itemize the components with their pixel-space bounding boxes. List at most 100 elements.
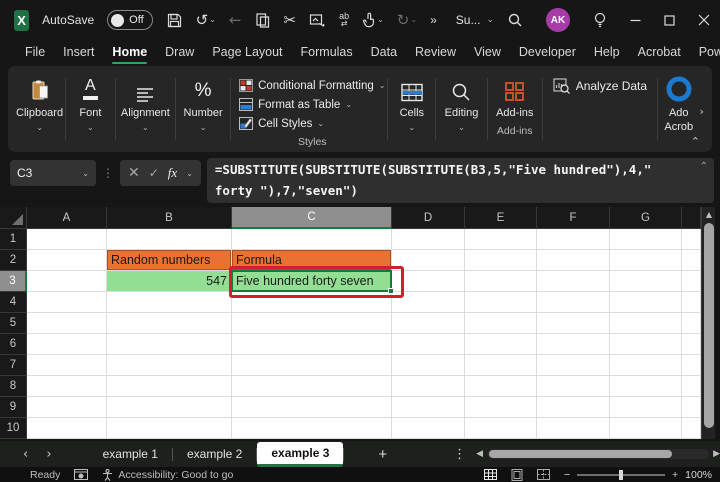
cell-A4[interactable]	[27, 292, 107, 313]
cell-E10[interactable]	[465, 418, 537, 439]
clipboard-group[interactable]: Clipboard ⌄	[16, 74, 63, 148]
cell-F2[interactable]	[537, 250, 610, 271]
row-header-6[interactable]: 6	[0, 334, 27, 355]
insert-function-button[interactable]: fx	[168, 165, 177, 181]
column-header-B[interactable]: B	[107, 207, 232, 229]
select-all-corner[interactable]	[0, 207, 27, 229]
cell-G8[interactable]	[610, 376, 682, 397]
fill-handle[interactable]	[388, 288, 394, 294]
maximize-button[interactable]	[664, 9, 675, 31]
conditional-formatting-button[interactable]: Conditional Formatting ⌄	[239, 76, 385, 95]
tab-formulas[interactable]: Formulas	[292, 41, 362, 65]
row-header-2[interactable]: 2	[0, 250, 27, 271]
cell-F5[interactable]	[537, 313, 610, 334]
cell-C5[interactable]	[232, 313, 392, 334]
cell-D10[interactable]	[392, 418, 465, 439]
cell-F6[interactable]	[537, 334, 610, 355]
column-header-C[interactable]: C	[232, 207, 392, 229]
cell-A6[interactable]	[27, 334, 107, 355]
row-header-4[interactable]: 4	[0, 292, 27, 313]
zoom-out-button[interactable]: −	[564, 469, 570, 481]
cell-D5[interactable]	[392, 313, 465, 334]
row-header-7[interactable]: 7	[0, 355, 27, 376]
cell-D4[interactable]	[392, 292, 465, 313]
cell-C6[interactable]	[232, 334, 392, 355]
cell-C7[interactable]	[232, 355, 392, 376]
copy-icon[interactable]	[255, 9, 271, 31]
sheet-tab-example-3[interactable]: example 3	[257, 442, 343, 467]
cell-G1[interactable]	[610, 229, 682, 250]
name-box[interactable]: C3 ⌄	[10, 160, 96, 186]
cells-group[interactable]: Cells ⌄	[390, 74, 433, 148]
cell-B9[interactable]	[107, 397, 232, 418]
cell-B7[interactable]	[107, 355, 232, 376]
cell-F10[interactable]	[537, 418, 610, 439]
sheet-tab-example-2[interactable]: example 2	[173, 442, 256, 466]
cell-E7[interactable]	[465, 355, 537, 376]
cell-B8[interactable]	[107, 376, 232, 397]
cell-F3[interactable]	[537, 271, 610, 292]
page-break-preview-button[interactable]	[537, 469, 550, 480]
cell-C9[interactable]	[232, 397, 392, 418]
cell-E9[interactable]	[465, 397, 537, 418]
tab-data[interactable]: Data	[362, 41, 406, 65]
cell-A2[interactable]	[27, 250, 107, 271]
cell-E3[interactable]	[465, 271, 537, 292]
cell-B2[interactable]: Random numbers	[107, 250, 232, 271]
cell-A9[interactable]	[27, 397, 107, 418]
zoom-level[interactable]: 100%	[685, 469, 712, 481]
find-replace-icon[interactable]: ab⇄	[339, 9, 349, 31]
collapse-formula-bar-button[interactable]: ⌃	[700, 161, 708, 172]
tab-view[interactable]: View	[465, 41, 510, 65]
cell-styles-button[interactable]: Cell Styles ⌄	[239, 114, 324, 133]
column-header-D[interactable]: D	[392, 207, 465, 229]
cell-C4[interactable]	[232, 292, 392, 313]
paste-picture-icon[interactable]	[309, 9, 326, 31]
cell-G2[interactable]	[610, 250, 682, 271]
minimize-button[interactable]	[630, 9, 641, 31]
horizontal-scrollbar[interactable]: ◀ ▶	[476, 449, 720, 459]
horizontal-scrollbar-thumb[interactable]	[489, 450, 672, 458]
enter-icon[interactable]: ✓	[149, 166, 159, 180]
cell-A10[interactable]	[27, 418, 107, 439]
page-layout-view-button[interactable]	[511, 469, 523, 481]
account-avatar[interactable]: AK	[546, 8, 570, 32]
normal-view-button[interactable]	[484, 469, 497, 480]
close-button[interactable]	[698, 9, 710, 31]
search-icon[interactable]	[507, 9, 523, 31]
cell-B4[interactable]	[107, 292, 232, 313]
lightbulb-icon[interactable]	[593, 9, 607, 31]
tab-draw[interactable]: Draw	[156, 41, 203, 65]
horizontal-scrollbar-track[interactable]	[487, 449, 709, 459]
font-group[interactable]: A Font ⌄	[68, 74, 113, 148]
cell-F1[interactable]	[537, 229, 610, 250]
tab-help[interactable]: Help	[585, 41, 629, 65]
cell-E2[interactable]	[465, 250, 537, 271]
analyze-data-button[interactable]: Analyze Data	[553, 78, 647, 94]
cell-E6[interactable]	[465, 334, 537, 355]
cell-F9[interactable]	[537, 397, 610, 418]
row-header-9[interactable]: 9	[0, 397, 27, 418]
row-header-1[interactable]: 1	[0, 229, 27, 250]
cell-C8[interactable]	[232, 376, 392, 397]
column-header-A[interactable]: A	[27, 207, 107, 229]
tab-developer[interactable]: Developer	[510, 41, 585, 65]
scroll-up-icon[interactable]: ▲	[702, 207, 716, 221]
sheet-nav-left-icon[interactable]: ‹	[14, 447, 37, 462]
cell-C2[interactable]: Formula	[232, 250, 392, 271]
cell-F7[interactable]	[537, 355, 610, 376]
sheet-options-icon[interactable]: ⋮	[453, 447, 466, 462]
cell-F8[interactable]	[537, 376, 610, 397]
cell-D8[interactable]	[392, 376, 465, 397]
cell-A5[interactable]	[27, 313, 107, 334]
cell-F4[interactable]	[537, 292, 610, 313]
column-header-G[interactable]: G	[610, 207, 682, 229]
cell-A7[interactable]	[27, 355, 107, 376]
tab-file[interactable]: File	[16, 41, 54, 65]
formula-input[interactable]: =SUBSTITUTE(SUBSTITUTE(SUBSTITUTE(B3,5,"…	[207, 158, 714, 203]
tab-power-pivot[interactable]: Power Pivot	[690, 41, 720, 65]
row-header-5[interactable]: 5	[0, 313, 27, 334]
save-icon[interactable]	[166, 9, 183, 31]
touch-mouse-mode-button[interactable]: ⌄	[362, 9, 384, 31]
cell-C10[interactable]	[232, 418, 392, 439]
